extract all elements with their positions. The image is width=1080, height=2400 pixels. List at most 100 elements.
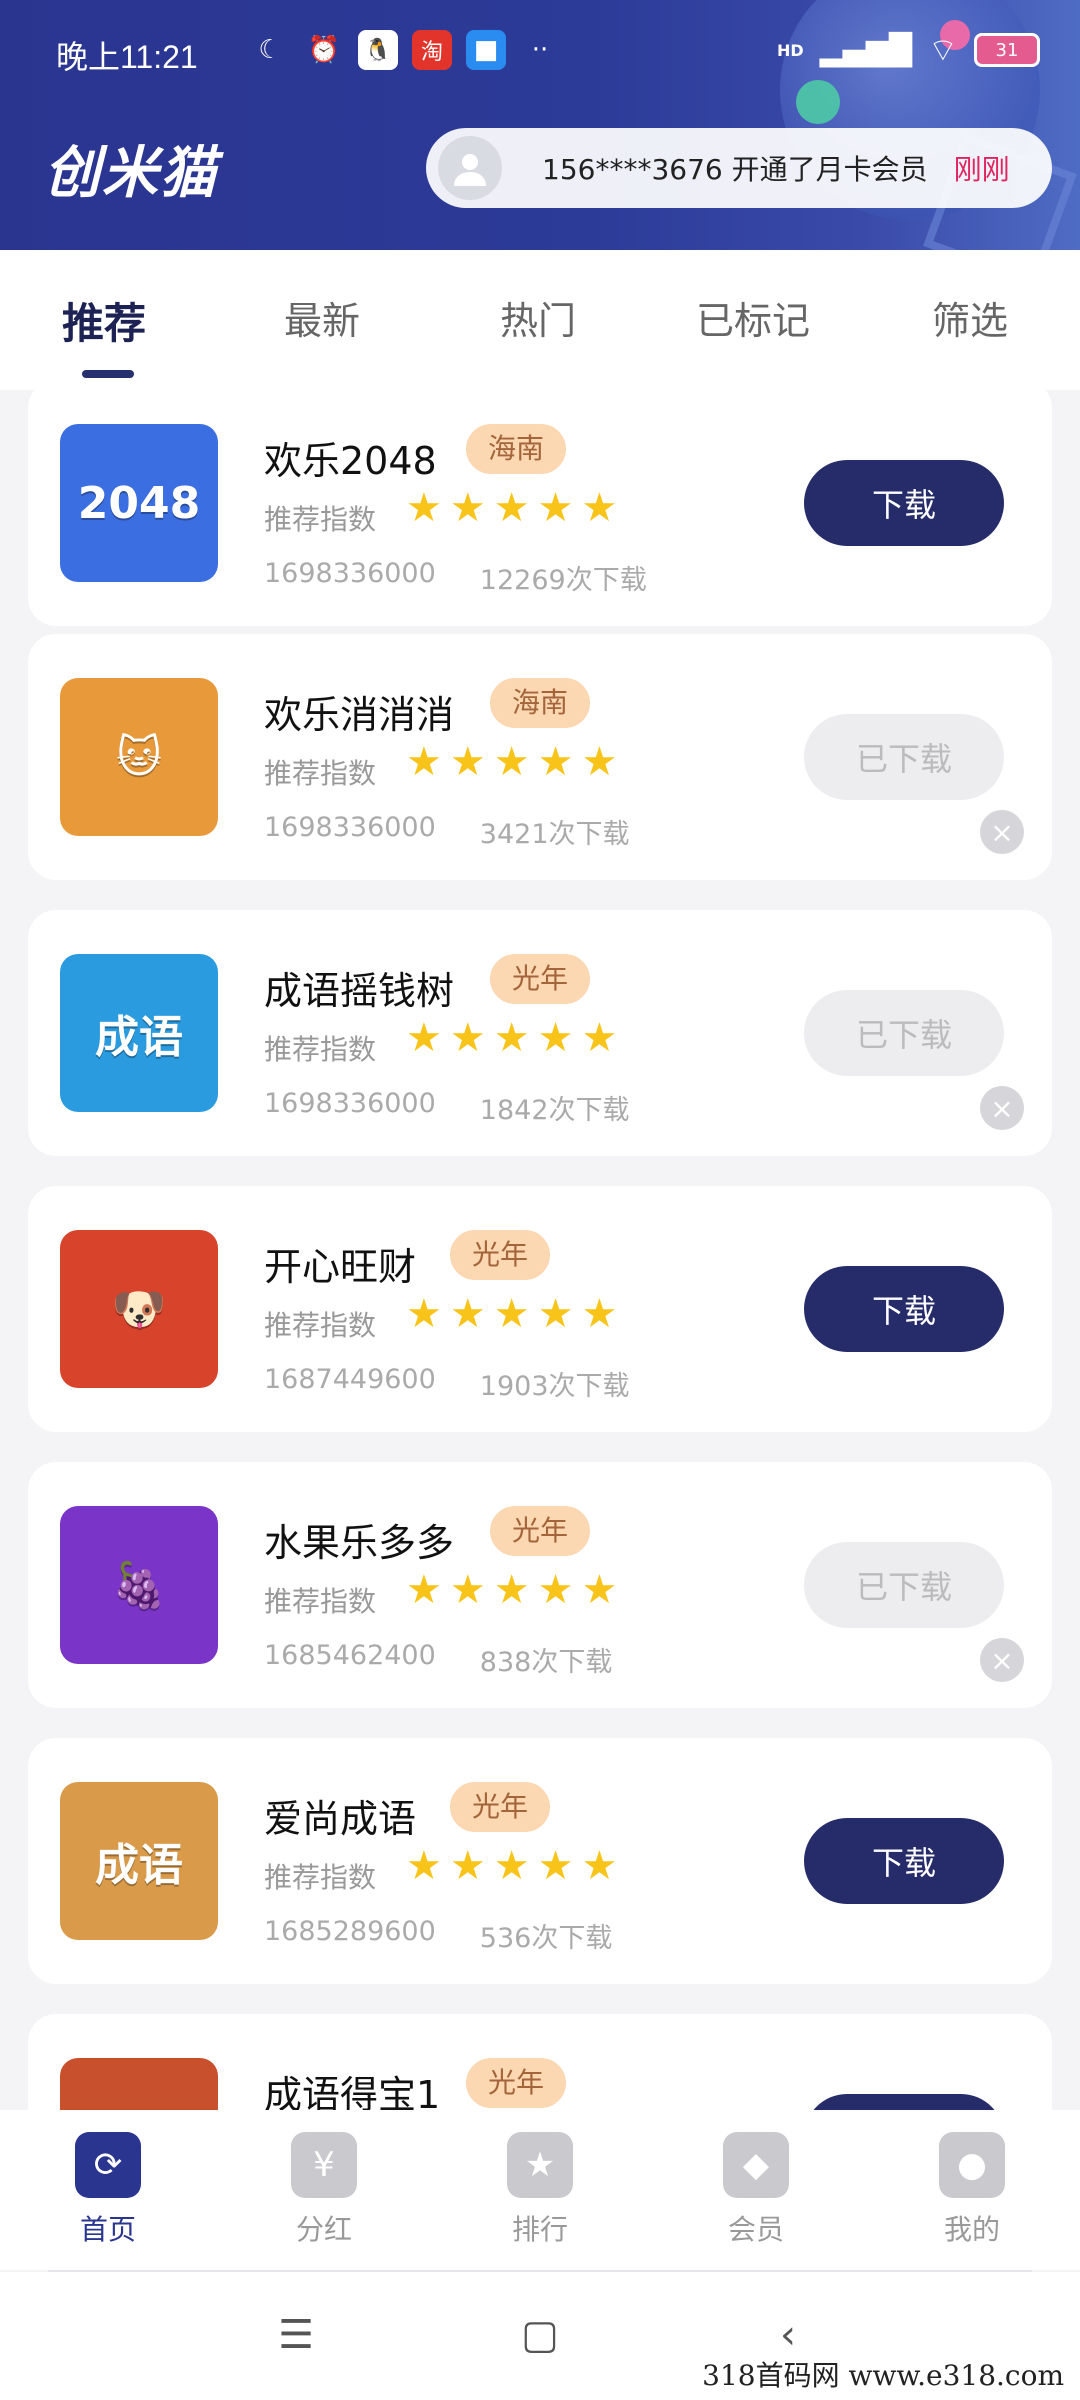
home-icon: ⟳ bbox=[75, 2132, 141, 2198]
rating-stars: ★ ★ ★ ★ ★ bbox=[406, 1018, 617, 1058]
app-id: 1687449600 bbox=[264, 1364, 436, 1395]
home-square-icon[interactable]: ▢ bbox=[510, 2312, 570, 2360]
app-meta: 1698336000 3421次下载 bbox=[264, 812, 630, 851]
battery-level: 31 bbox=[995, 39, 1019, 61]
star-icon: ★ bbox=[581, 485, 618, 531]
star-icon: ★ bbox=[449, 1291, 486, 1337]
active-tab-indicator bbox=[82, 370, 134, 378]
app-icon[interactable]: 🍇 bbox=[60, 1506, 218, 1664]
bottom-navigation: ⟳ 首页 ¥ 分红 ★ 排行 ◆ 会员 ● 我的 bbox=[0, 2110, 1080, 2270]
app-icon[interactable]: 成语 bbox=[60, 954, 218, 1112]
app-notification-icon: ■ bbox=[466, 30, 506, 70]
download-button[interactable]: 下载 bbox=[804, 460, 1004, 546]
star-icon: ★ bbox=[493, 1291, 530, 1337]
nav-dividend[interactable]: ¥ 分红 bbox=[264, 2132, 384, 2248]
notice-text: 156****3676 开通了月卡会员 bbox=[542, 153, 928, 186]
download-button[interactable]: 下载 bbox=[804, 1818, 1004, 1904]
star-icon: ★ bbox=[493, 1567, 530, 1613]
app-icon[interactable]: 成语 bbox=[60, 1782, 218, 1940]
nav-label: 我的 bbox=[943, 2213, 1000, 2246]
star-icon: ★ bbox=[449, 485, 486, 531]
app-id: 1698336000 bbox=[264, 812, 436, 843]
app-id: 1685462400 bbox=[264, 1640, 436, 1671]
notice-time: 刚刚 bbox=[953, 153, 1010, 186]
star-icon: ★ bbox=[449, 1843, 486, 1889]
tab-marked[interactable]: 已标记 bbox=[696, 290, 810, 345]
more-icon: ·· bbox=[531, 35, 549, 65]
app-name: 开心旺财 bbox=[264, 1245, 417, 1289]
app-list[interactable]: 2048 欢乐2048 海南 推荐指数 ★ ★ ★ ★ ★ 1698336000 122… bbox=[0, 390, 1080, 2110]
status-right: HD ▂▄▆█ ⌔ 31 bbox=[777, 30, 1040, 70]
download-count: 1903次下载 bbox=[479, 1371, 630, 1402]
app-icon[interactable]: 🐱 bbox=[60, 678, 218, 836]
user-silhouette-icon bbox=[454, 154, 486, 186]
download-button[interactable]: 已下载 bbox=[804, 1542, 1004, 1628]
app-logo: 创米猫 bbox=[44, 141, 218, 206]
download-button[interactable]: 已下载 bbox=[804, 990, 1004, 1076]
tab-latest[interactable]: 最新 bbox=[284, 290, 360, 345]
nav-home[interactable]: ⟳ 首页 bbox=[48, 2132, 168, 2248]
star-icon: ★ bbox=[449, 1015, 486, 1061]
star-icon: ★ bbox=[581, 1291, 618, 1337]
download-count: 838次下载 bbox=[479, 1647, 613, 1678]
avatar bbox=[438, 136, 502, 200]
app-icon[interactable]: 2048 bbox=[60, 424, 218, 582]
header: 晚上11:21 ☾ ⏰ 🐧 淘 ■ ·· HD ▂▄▆█ ⌔ 31 创米猫 15… bbox=[0, 0, 1080, 250]
rating-stars: ★ ★ ★ ★ ★ bbox=[406, 488, 617, 528]
nav-mine[interactable]: ● 我的 bbox=[912, 2132, 1032, 2248]
nav-member[interactable]: ◆ 会员 bbox=[696, 2132, 816, 2248]
star-icon: ★ bbox=[406, 1015, 442, 1061]
app-card[interactable]: 🍇 水果乐多多 光年 推荐指数 ★ ★ ★ ★ ★ 1685462400 838次下载 … bbox=[28, 1462, 1052, 1708]
app-name: 成语得宝1 bbox=[264, 2073, 441, 2110]
nav-label: 会员 bbox=[727, 2213, 784, 2246]
watermark: 318首码网 www.e318.com bbox=[702, 2359, 1064, 2392]
star-icon: ★ bbox=[406, 739, 442, 785]
status-notification-icons: ☾ ⏰ 🐧 淘 ■ ·· bbox=[250, 30, 560, 70]
star-icon: ★ bbox=[493, 1015, 530, 1061]
close-icon[interactable]: × bbox=[980, 1086, 1024, 1130]
app-card[interactable]: 成 成语得宝1 光年 推荐指数 ★★★★★ 下载 bbox=[28, 2014, 1052, 2110]
taobao-icon: 淘 bbox=[412, 30, 452, 70]
tab-recommend[interactable]: 推荐 bbox=[62, 290, 146, 351]
download-button[interactable]: 下载 bbox=[804, 2094, 1004, 2110]
app-meta: 1687449600 1903次下载 bbox=[264, 1364, 630, 1403]
app-meta: 1698336000 12269次下载 bbox=[264, 558, 647, 597]
app-meta: 1685462400 838次下载 bbox=[264, 1640, 612, 1679]
app-tag: 光年 bbox=[490, 954, 591, 1004]
battery-icon: 31 bbox=[974, 33, 1040, 67]
tab-hot[interactable]: 热门 bbox=[500, 290, 576, 345]
app-card[interactable]: 🐶 开心旺财 光年 推荐指数 ★ ★ ★ ★ ★ 1687449600 1903次下载 … bbox=[28, 1186, 1052, 1432]
moon-icon: ☾ bbox=[258, 35, 282, 65]
star-icon: ★ bbox=[537, 485, 574, 531]
app-card[interactable]: 🐱 欢乐消消消 海南 推荐指数 ★ ★ ★ ★ ★ 1698336000 3421次下载… bbox=[28, 634, 1052, 880]
rating-stars: ★ ★ ★ ★ ★ bbox=[406, 742, 617, 782]
star-icon: ★ bbox=[449, 1567, 486, 1613]
nav-ranking[interactable]: ★ 排行 bbox=[480, 2132, 600, 2248]
close-icon[interactable]: × bbox=[980, 810, 1024, 854]
download-button[interactable]: 已下载 bbox=[804, 714, 1004, 800]
menu-icon[interactable]: ☰ bbox=[266, 2312, 326, 2360]
download-count: 536次下载 bbox=[479, 1923, 613, 1954]
star-icon: ★ bbox=[406, 485, 442, 531]
star-icon: ★ bbox=[406, 1843, 442, 1889]
app-tag: 光年 bbox=[450, 1782, 551, 1832]
app-icon[interactable]: 成 bbox=[60, 2058, 218, 2110]
rating-label: 推荐指数 bbox=[264, 503, 377, 536]
app-name: 成语摇钱树 bbox=[264, 969, 455, 1013]
app-card[interactable]: 2048 欢乐2048 海南 推荐指数 ★ ★ ★ ★ ★ 1698336000 122… bbox=[28, 390, 1052, 626]
diamond-icon: ◆ bbox=[723, 2132, 789, 2198]
download-button[interactable]: 下载 bbox=[804, 1266, 1004, 1352]
qq-icon: 🐧 bbox=[358, 30, 398, 70]
star-icon: ★ bbox=[581, 1843, 618, 1889]
app-card[interactable]: 成语 爱尚成语 光年 推荐指数 ★ ★ ★ ★ ★ 1685289600 536次下载 … bbox=[28, 1738, 1052, 1984]
app-icon[interactable]: 🐶 bbox=[60, 1230, 218, 1388]
app-meta: 1698336000 1842次下载 bbox=[264, 1088, 630, 1127]
close-icon[interactable]: × bbox=[980, 1638, 1024, 1682]
tab-filter[interactable]: 筛选 bbox=[932, 290, 1008, 345]
star-icon: ★ bbox=[537, 1015, 574, 1061]
app-id: 1698336000 bbox=[264, 558, 436, 589]
app-card[interactable]: 成语 成语摇钱树 光年 推荐指数 ★ ★ ★ ★ ★ 1698336000 1842次下… bbox=[28, 910, 1052, 1156]
rating-label: 推荐指数 bbox=[264, 757, 377, 790]
back-icon[interactable]: ‹ bbox=[758, 2312, 818, 2360]
rating-stars: ★ ★ ★ ★ ★ bbox=[406, 1294, 617, 1334]
